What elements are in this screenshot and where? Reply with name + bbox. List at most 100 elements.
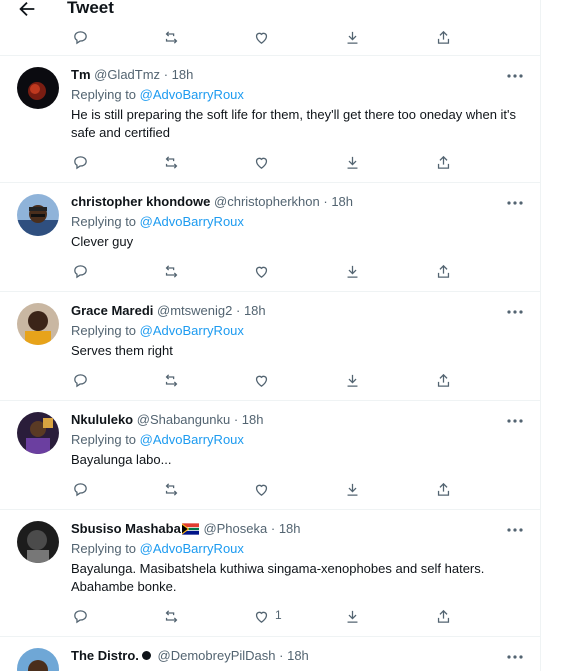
user-handle[interactable]: @Phoseka (203, 521, 267, 536)
display-name[interactable]: Tm (71, 67, 91, 82)
tweet-actions (0, 370, 540, 390)
timestamp[interactable]: 18h (244, 303, 266, 318)
retweet-icon[interactable] (161, 370, 181, 390)
separator: · (235, 303, 241, 318)
black-circle-icon (141, 651, 151, 660)
user-handle[interactable]: @mtswenig2 (157, 303, 232, 318)
mention-link[interactable]: @AdvoBarryRoux (140, 541, 244, 556)
replying-to: Replying to @AdvoBarryRoux (71, 431, 244, 449)
share-icon[interactable] (433, 606, 453, 626)
bookmark-down-icon[interactable] (342, 479, 362, 499)
retweet-icon[interactable] (161, 606, 181, 626)
user-handle[interactable]: @DemobreyPilDash (158, 648, 276, 663)
display-name[interactable]: The Distro. (71, 648, 139, 663)
bookmark-down-icon[interactable] (342, 27, 362, 47)
timestamp[interactable]: 18h (172, 67, 194, 82)
timestamp[interactable]: 18h (331, 194, 353, 209)
heart-icon[interactable] (251, 479, 271, 499)
timestamp[interactable]: 18h (287, 648, 309, 663)
more-icon[interactable] (506, 522, 524, 532)
tweet-author: christopher khondowe @christopherkhon · … (71, 193, 353, 211)
reply-tweet[interactable]: christopher khondowe @christopherkhon · … (0, 183, 540, 292)
bookmark-down-icon[interactable] (342, 261, 362, 281)
south-africa-flag-icon (181, 523, 199, 535)
reply-icon[interactable] (70, 152, 90, 172)
tweet-author: The Distro. @DemobreyPilDash · 18h (71, 647, 309, 665)
retweet-icon[interactable] (161, 152, 181, 172)
heart-icon[interactable]: 1 (251, 606, 282, 626)
display-name[interactable]: Sbusiso Mashaba (71, 521, 181, 536)
user-handle[interactable]: @GladTmz (94, 67, 160, 82)
separator: · (270, 521, 276, 536)
heart-icon[interactable] (251, 27, 271, 47)
like-count: 1 (275, 608, 282, 622)
tweet-actions (0, 152, 540, 172)
separator: · (163, 67, 169, 82)
avatar[interactable] (17, 194, 59, 236)
avatar[interactable] (17, 303, 59, 345)
heart-icon[interactable] (251, 152, 271, 172)
share-icon[interactable] (433, 261, 453, 281)
mention-link[interactable]: @AdvoBarryRoux (140, 432, 244, 447)
share-icon[interactable] (433, 370, 453, 390)
timestamp[interactable]: 18h (242, 412, 264, 427)
bookmark-down-icon[interactable] (342, 152, 362, 172)
reply-icon[interactable] (70, 27, 90, 47)
more-icon[interactable] (506, 649, 524, 659)
tweet-text: He is still preparing the soft life for … (71, 107, 517, 140)
tweet-text: Bayalunga. Masibatshela kuthiwa singama-… (71, 561, 485, 594)
avatar[interactable] (17, 412, 59, 454)
tweet-author: Grace Maredi @mtswenig2 · 18h (71, 302, 266, 320)
tweet-text: Clever guy (71, 234, 134, 249)
retweet-icon[interactable] (161, 479, 181, 499)
avatar[interactable] (17, 521, 59, 563)
display-name[interactable]: Grace Maredi (71, 303, 153, 318)
heart-icon[interactable] (251, 261, 271, 281)
reply-tweet[interactable]: The Distro. @DemobreyPilDash · 18h (0, 637, 540, 671)
mention-link[interactable]: @AdvoBarryRoux (140, 214, 244, 229)
share-icon[interactable] (433, 479, 453, 499)
replying-label: Replying to (71, 87, 137, 102)
retweet-icon[interactable] (161, 261, 181, 281)
separator: · (323, 194, 328, 209)
tweet-header: Tweet (0, 0, 540, 30)
replying-label: Replying to (71, 214, 137, 229)
tweet-text: Serves them right (71, 343, 173, 358)
arrow-left-icon[interactable] (16, 0, 38, 20)
timestamp[interactable]: 18h (279, 521, 301, 536)
reply-tweet[interactable]: Sbusiso Mashaba @Phoseka · 18h Replying … (0, 510, 540, 637)
more-icon[interactable] (506, 195, 524, 205)
reply-icon[interactable] (70, 479, 90, 499)
tweet-text: Bayalunga labo... (71, 452, 172, 467)
replying-to: Replying to @AdvoBarryRoux (71, 540, 244, 558)
reply-tweet[interactable]: Nkululeko @Shabangunku · 18h Replying to… (0, 401, 540, 510)
display-name[interactable]: christopher khondowe (71, 194, 210, 209)
heart-icon[interactable] (251, 370, 271, 390)
retweet-icon[interactable] (161, 27, 181, 47)
reply-tweet[interactable]: Grace Maredi @mtswenig2 · 18h Replying t… (0, 292, 540, 401)
bookmark-down-icon[interactable] (342, 370, 362, 390)
share-icon[interactable] (433, 27, 453, 47)
separator: · (279, 648, 284, 663)
user-handle[interactable]: @Shabangunku (137, 412, 230, 427)
mention-link[interactable]: @AdvoBarryRoux (140, 323, 244, 338)
bookmark-down-icon[interactable] (342, 606, 362, 626)
tweet-actions: 1 (0, 606, 540, 626)
more-icon[interactable] (506, 413, 524, 423)
mention-link[interactable]: @AdvoBarryRoux (140, 87, 244, 102)
reply-tweet[interactable]: Tm @GladTmz · 18h Replying to @AdvoBarry… (0, 56, 540, 183)
reply-icon[interactable] (70, 261, 90, 281)
share-icon[interactable] (433, 152, 453, 172)
more-icon[interactable] (506, 68, 524, 78)
display-name[interactable]: Nkululeko (71, 412, 133, 427)
avatar[interactable] (17, 648, 59, 671)
timeline-column: Tweet Tm @GladTmz · 18h Replying to @Adv… (0, 0, 541, 671)
tweet-author: Nkululeko @Shabangunku · 18h (71, 411, 263, 429)
reply-icon[interactable] (70, 606, 90, 626)
replying-label: Replying to (71, 323, 137, 338)
more-icon[interactable] (506, 304, 524, 314)
user-handle[interactable]: @christopherkhon (214, 194, 320, 209)
avatar[interactable] (17, 67, 59, 109)
reply-icon[interactable] (70, 370, 90, 390)
previous-tweet-actions (0, 27, 540, 47)
